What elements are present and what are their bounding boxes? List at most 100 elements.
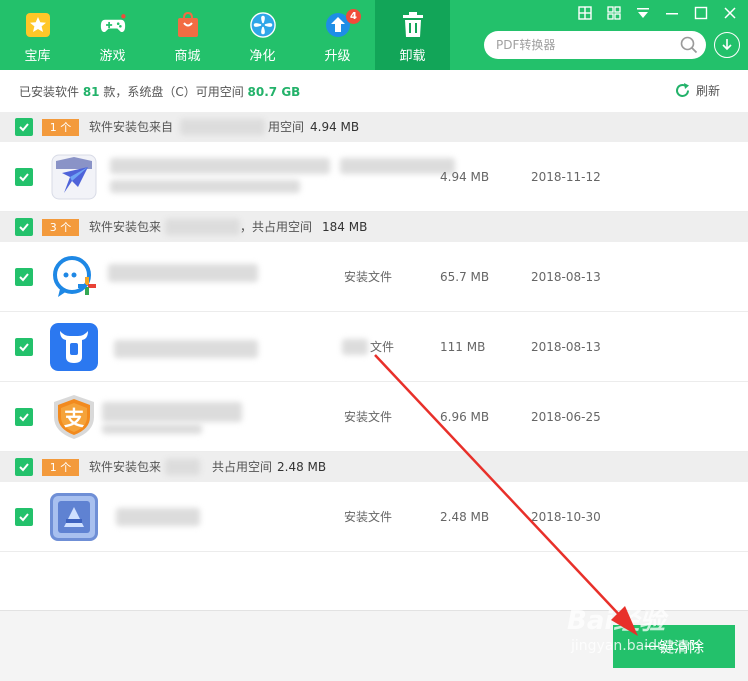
search-input[interactable] [496,38,676,52]
file-size: 65.7 MB [440,269,490,284]
redacted-text [165,459,200,475]
row-checkbox[interactable] [15,168,33,186]
nav-label: 商城 [174,49,201,64]
trash-icon [400,12,426,38]
group-header: 1 个 软件安装包来自 用空间 4.94 MB [0,112,748,142]
kite-app-icon [50,153,98,201]
search-box [484,31,706,59]
main-nav: 宝库 游戏 商城 净化 4 升级 卸载 [0,0,450,70]
nav-item-treasury[interactable]: 宝库 [0,0,75,70]
file-size: 6.96 MB [440,409,490,424]
nav-item-games[interactable]: 游戏 [75,0,150,70]
refresh-button[interactable]: 刷新 [674,82,720,99]
group-count-badge: 3 个 [42,219,79,236]
redacted-text [102,424,202,434]
check-icon [19,343,29,352]
redacted-text [342,339,368,355]
top-bar: 宝库 游戏 商城 净化 4 升级 卸载 PDF转换器 [0,0,748,70]
chat-app-icon [50,253,98,301]
footer-bar: 一键清除 [0,610,748,681]
maximize-icon [694,6,707,20]
dropdown-button[interactable] [628,2,657,24]
file-date: 2018-10-30 [531,509,601,524]
fan-icon [249,12,276,38]
skin-button[interactable] [570,2,599,24]
check-icon [19,513,29,522]
file-date: 2018-08-13 [531,269,601,284]
download-manager-button[interactable] [714,32,740,58]
download-icon [722,39,732,51]
redacted-text [110,180,300,193]
nav-label: 宝库 [24,49,51,64]
summary-prefix: 已安装软件 [19,84,83,99]
file-date: 2018-08-13 [531,339,601,354]
file-type: 安装文件 [344,270,393,284]
gamepad-icon [100,12,126,38]
file-size: 111 MB [440,339,486,354]
group-source-text: 软件安装包来 [89,220,162,234]
check-icon [19,123,29,132]
apps-icon [606,6,621,20]
alipay-shield-icon: 支 [50,393,98,441]
nav-item-store[interactable]: 商城 [150,0,225,70]
one-click-clean-button[interactable]: 一键清除 [613,625,735,668]
redacted-text [102,402,242,422]
redacted-text [110,158,330,174]
group-tail-text: ，共占用空间 [240,220,313,234]
table-row[interactable]: 安装文件 2.48 MB 2018-10-30 [0,482,748,552]
check-icon [19,413,29,422]
shopping-bag-icon [175,12,201,38]
refresh-icon [675,83,689,97]
nav-label: 卸载 [399,49,426,64]
group-tail-text: 用空间 [268,120,305,134]
svg-text:支: 支 [64,406,85,430]
caret-down-icon [636,8,649,18]
file-size: 2.48 MB [440,509,490,524]
group-checkbox[interactable] [15,218,33,236]
search-icon[interactable] [680,36,698,54]
package-list: 1 个 软件安装包来自 用空间 4.94 MB 4.94 MB 2018-11-… [0,112,748,552]
free-space: 80.7 GB [247,84,301,99]
file-type: 安装文件 [344,410,393,424]
nav-item-uninstall[interactable]: 卸载 [375,0,450,70]
check-icon [19,173,29,182]
nav-label: 升级 [324,49,351,64]
redacted-text [114,340,258,358]
window-controls [570,2,744,24]
group-count-badge: 1 个 [42,119,79,136]
file-date: 2018-11-12 [531,169,601,184]
group-checkbox[interactable] [15,458,33,476]
row-checkbox[interactable] [15,508,33,526]
group-size: 4.94 MB [310,120,360,134]
redacted-text [116,508,200,526]
group-checkbox[interactable] [15,118,33,136]
close-button[interactable] [715,2,744,24]
group-size: 2.48 MB [277,460,327,474]
table-row[interactable]: 4.94 MB 2018-11-12 [0,142,748,212]
nav-item-upgrade[interactable]: 4 升级 [300,0,375,70]
update-count-badge: 4 [346,9,361,24]
maximize-button[interactable] [686,2,715,24]
check-icon [19,223,29,232]
row-checkbox[interactable] [15,268,33,286]
check-icon [19,273,29,282]
refresh-label: 刷新 [695,84,720,98]
file-type: 安装文件 [344,510,393,524]
redacted-text [165,219,240,235]
table-row[interactable]: 支 安装文件 6.96 MB 2018-06-25 [0,382,748,452]
close-icon [723,7,736,19]
redacted-text [340,158,455,174]
table-row[interactable]: 文件 111 MB 2018-08-13 [0,312,748,382]
grid-icon [577,6,592,20]
group-size: 184 MB [322,220,368,234]
summary-middle: 款，系统盘（C）可用空间 [99,84,248,99]
minimize-button[interactable] [657,2,686,24]
minimize-icon [665,13,678,15]
nav-item-purify[interactable]: 净化 [225,0,300,70]
row-checkbox[interactable] [15,408,33,426]
row-checkbox[interactable] [15,338,33,356]
installed-count: 81 [82,84,100,99]
file-size: 4.94 MB [440,169,490,184]
table-row[interactable]: 安装文件 65.7 MB 2018-08-13 [0,242,748,312]
menu-button[interactable] [599,2,628,24]
